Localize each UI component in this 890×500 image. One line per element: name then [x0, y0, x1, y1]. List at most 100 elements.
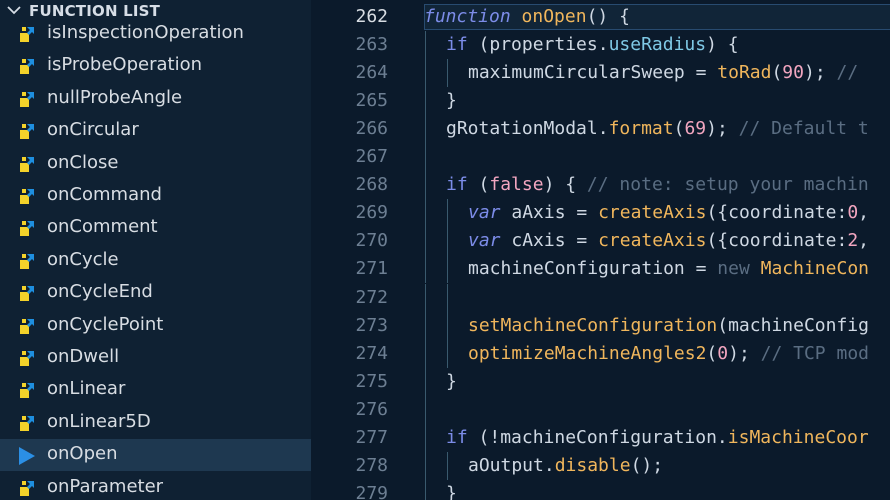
- code-line[interactable]: 267: [311, 143, 890, 172]
- function-list-item[interactable]: onCycle: [0, 245, 311, 277]
- indent-guide: [425, 255, 426, 284]
- code-token: new: [717, 258, 750, 280]
- code-token: (: [673, 118, 685, 140]
- code-line[interactable]: 274 optimizeMachineAngles2(0); // TCP mod: [311, 339, 890, 368]
- indent-guide: [425, 451, 426, 480]
- code-token: ) {: [706, 34, 739, 56]
- code-token: aAxis =: [500, 202, 599, 224]
- line-number: 278: [355, 454, 388, 476]
- code-token: (machineConfig: [717, 314, 869, 336]
- function-name-label: onCycle: [47, 248, 119, 270]
- code-line[interactable]: 265}: [311, 87, 890, 116]
- code-token: ({coordinate:: [706, 230, 848, 252]
- code-line[interactable]: 275}: [311, 367, 890, 396]
- function-symbol-icon: [20, 415, 34, 431]
- function-list-item[interactable]: onCycleEnd: [0, 277, 311, 309]
- code-editor[interactable]: 262 function onOpen() {263 if (properties.…: [311, 0, 890, 500]
- indent-guide: [425, 171, 426, 200]
- function-list-item[interactable]: onCommand: [0, 180, 311, 212]
- code-line[interactable]: 266 gRotationModal.format(69); // Default…: [311, 115, 890, 144]
- function-name-label: onCommand: [47, 184, 162, 205]
- code-line[interactable]: 272: [311, 283, 890, 312]
- code-text: function onOpen() {: [424, 6, 630, 27]
- code-token: (properties.: [467, 34, 609, 56]
- function-list-item[interactable]: isInspectionOperation: [0, 18, 311, 50]
- code-token: ({coordinate:: [706, 202, 848, 224]
- function-symbol-icon: [20, 124, 34, 140]
- function-list-item[interactable]: onParameter: [0, 472, 311, 500]
- function-list-item[interactable]: onOpen: [0, 439, 311, 472]
- line-number: 266: [355, 118, 388, 140]
- function-symbol-icon: [20, 286, 34, 302]
- function-list-item[interactable]: onCircular: [0, 115, 311, 147]
- line-number: 263: [355, 34, 388, 56]
- function-list-item[interactable]: onComment: [0, 212, 311, 244]
- function-name-label: onLinear5D: [47, 410, 151, 432]
- line-number: 267: [355, 146, 388, 168]
- code-line[interactable]: 279}: [311, 479, 890, 500]
- code-token: =: [684, 62, 718, 84]
- function-symbol-icon: [20, 318, 34, 334]
- code-token: }: [446, 90, 457, 112]
- code-text: if (!machineConfiguration.isMachineCoor: [446, 427, 869, 448]
- function-list-item[interactable]: onLinear: [0, 374, 311, 406]
- code-token: ) {: [543, 174, 587, 196]
- chevron-down-icon[interactable]: [6, 2, 22, 18]
- line-number: 264: [355, 62, 388, 84]
- code-line[interactable]: 263 if (properties.useRadius) {: [311, 31, 890, 60]
- indent-guide: [447, 283, 448, 312]
- function-list-item[interactable]: onCyclePoint: [0, 310, 311, 342]
- function-list-panel: FUNCTION LIST isInspectionOperation isPro…: [0, 0, 311, 500]
- code-token: );: [803, 62, 837, 84]
- code-text: }: [446, 371, 457, 392]
- function-list-item[interactable]: onClose: [0, 148, 311, 180]
- indent-guide: [425, 339, 426, 368]
- function-list-item[interactable]: onLinear5D: [0, 407, 311, 439]
- function-list-item[interactable]: onDwell: [0, 342, 311, 374]
- code-token: createAxis: [598, 230, 707, 252]
- code-text: gRotationModal.format(69); // Default t: [446, 118, 869, 139]
- code-token: (!machineConfiguration.: [467, 426, 728, 448]
- function-symbol-icon: [20, 351, 34, 366]
- function-symbol-icon: [20, 221, 34, 237]
- indent-guide: [425, 395, 426, 424]
- code-token: if: [446, 174, 468, 196]
- code-line[interactable]: 277 if (!machineConfiguration.isMachineCo…: [311, 423, 890, 452]
- code-token: disable: [554, 454, 631, 476]
- code-line[interactable]: 262 function onOpen() {: [311, 3, 890, 31]
- code-line[interactable]: 270 var cAxis = createAxis({coordinate:2,: [311, 227, 890, 256]
- indent-guide: [447, 199, 448, 228]
- code-token: // TCP mod: [760, 342, 869, 364]
- code-token: 90: [782, 62, 804, 84]
- code-line[interactable]: 273 setMachineConfiguration(machineConfig: [311, 311, 890, 340]
- code-line[interactable]: 276: [311, 395, 890, 424]
- indent-guide: [425, 59, 426, 88]
- code-line[interactable]: 268 if (false) { // note: setup your mach…: [311, 171, 890, 200]
- code-token: );: [706, 118, 739, 140]
- code-token: // Default t: [738, 118, 869, 140]
- code-token: (: [771, 62, 783, 84]
- function-list-item[interactable]: nullProbeAngle: [0, 83, 311, 115]
- function-symbol-icon: [20, 253, 34, 269]
- code-token: .: [597, 118, 609, 140]
- play-arrow-icon: [19, 447, 35, 466]
- indent-guide: [425, 227, 426, 256]
- code-token: MachineCon: [760, 258, 869, 280]
- line-number: 270: [355, 230, 388, 252]
- code-line[interactable]: 271 machineConfiguration = new MachineCon: [311, 255, 890, 284]
- code-token: if: [446, 426, 468, 448]
- code-text: }: [446, 483, 457, 500]
- code-text: }: [446, 90, 457, 111]
- line-number: 268: [355, 174, 388, 196]
- indent-guide: [447, 255, 448, 284]
- line-number: 271: [355, 258, 388, 280]
- code-line[interactable]: 269 var aAxis = createAxis({coordinate:0,: [311, 199, 890, 228]
- code-line[interactable]: 278 aOutput.disable();: [311, 451, 890, 480]
- code-token: onOpen: [521, 6, 587, 27]
- line-number: 277: [355, 426, 388, 448]
- code-line[interactable]: 264 maximumCircularSweep = toRad(90); //: [311, 59, 890, 88]
- line-number: 269: [355, 202, 388, 224]
- line-number: 275: [355, 370, 388, 392]
- function-name-label: onLinear: [47, 378, 126, 400]
- function-list-item[interactable]: isProbeOperation: [0, 50, 311, 82]
